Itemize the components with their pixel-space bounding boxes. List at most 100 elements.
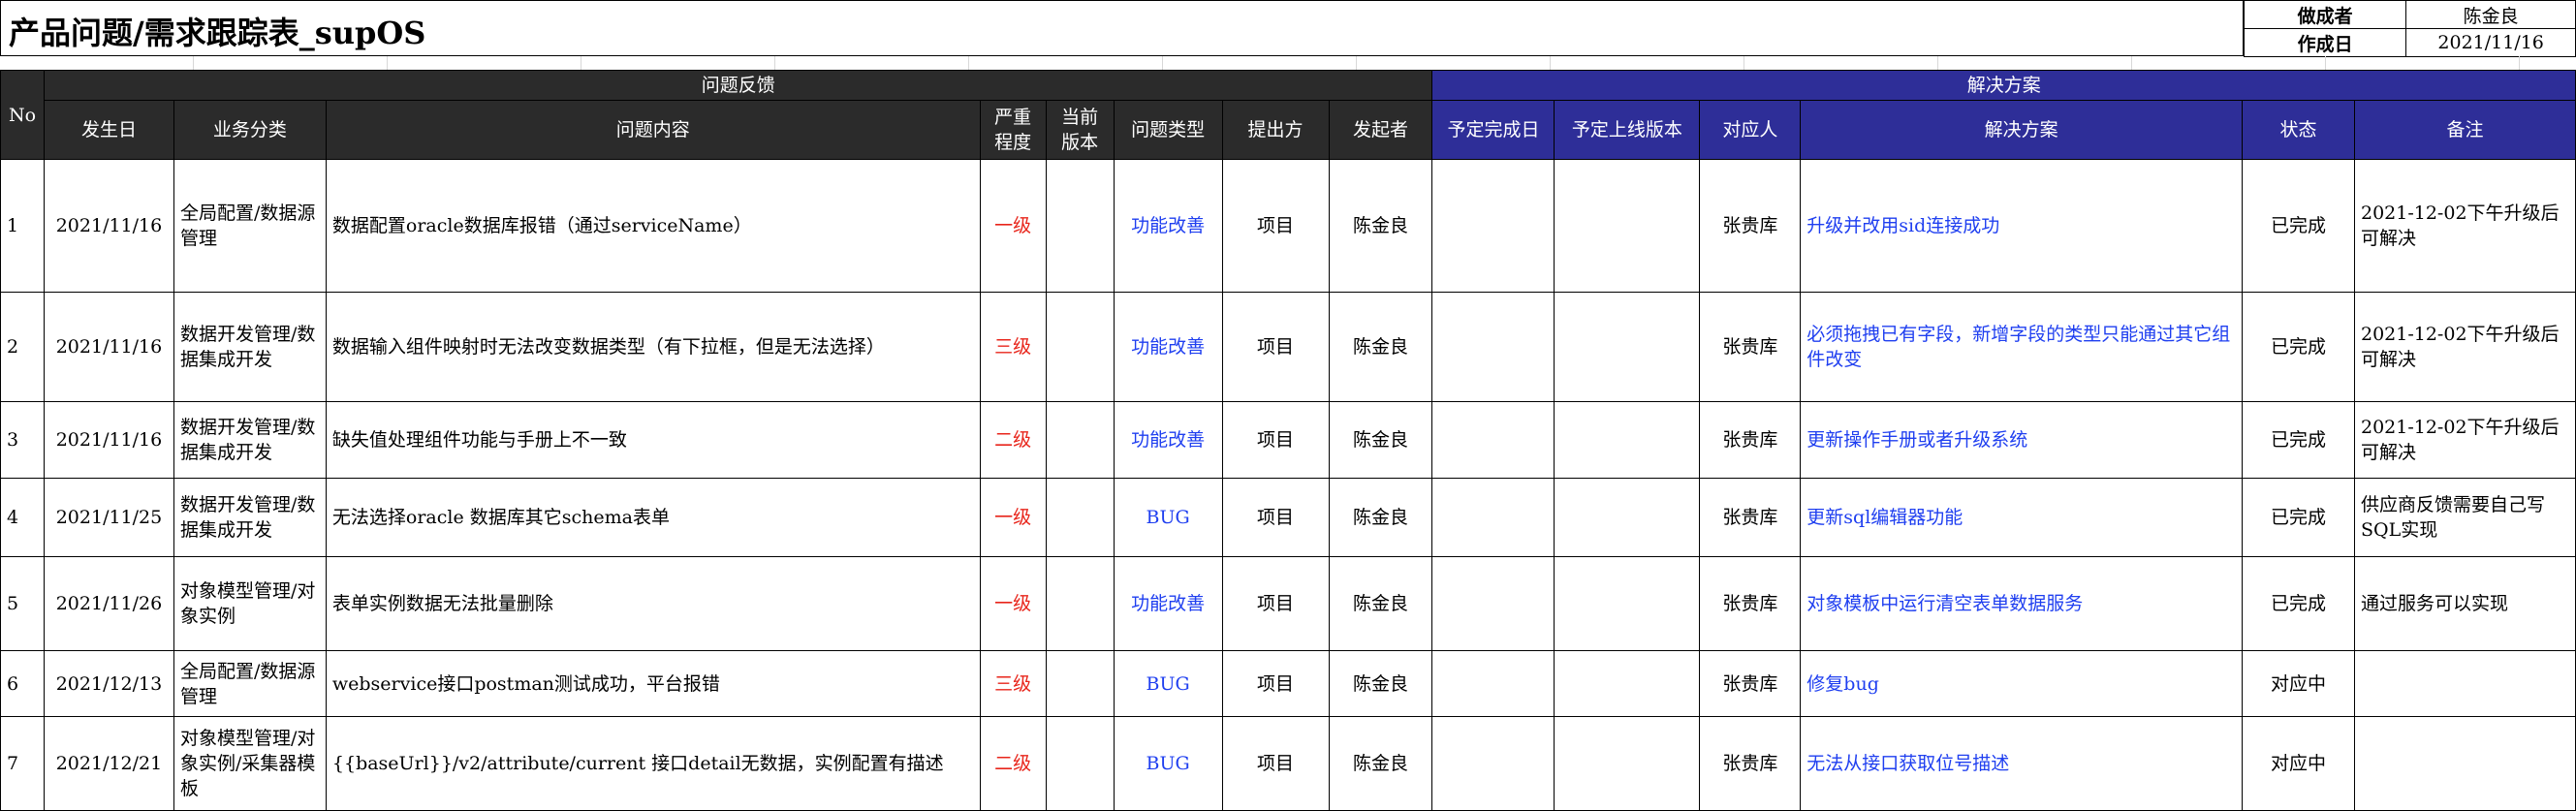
- col-date[interactable]: 发生日: [43, 100, 174, 160]
- cell-proposer[interactable]: 项目: [1221, 401, 1330, 479]
- cell-severity[interactable]: 一级: [979, 478, 1047, 557]
- cell-plan-date[interactable]: [1431, 401, 1555, 479]
- cell-date[interactable]: 2021/11/16: [43, 292, 174, 402]
- group-solution[interactable]: 解决方案: [1431, 70, 2576, 101]
- cell-solution[interactable]: 升级并改用sid连接成功: [1800, 159, 2244, 293]
- cell-no[interactable]: 6: [0, 650, 45, 717]
- col-category[interactable]: 业务分类: [173, 100, 327, 160]
- cell-content[interactable]: webservice接口postman测试成功，平台报错: [325, 650, 981, 717]
- cell-category[interactable]: 对象模型管理/对象实例/采集器模板: [173, 716, 327, 811]
- cell-plan-date[interactable]: [1431, 159, 1555, 293]
- cell-version[interactable]: [1045, 478, 1115, 557]
- cell-date[interactable]: 2021/12/13: [43, 650, 174, 717]
- cell-status[interactable]: 已完成: [2242, 292, 2355, 402]
- col-proposer[interactable]: 提出方: [1221, 100, 1330, 160]
- cell-solution[interactable]: 更新sql编辑器功能: [1800, 478, 2244, 557]
- cell-status[interactable]: 已完成: [2242, 159, 2355, 293]
- cell-category[interactable]: 对象模型管理/对象实例: [173, 556, 327, 651]
- col-remark[interactable]: 备注: [2353, 100, 2576, 160]
- cell-version[interactable]: [1045, 292, 1115, 402]
- col-no[interactable]: No: [0, 70, 45, 160]
- group-feedback[interactable]: 问题反馈: [43, 70, 1433, 101]
- cell-type[interactable]: 功能改善: [1113, 556, 1223, 651]
- cell-remark[interactable]: 2021-12-02下午升级后可解决: [2353, 401, 2576, 479]
- cell-initiator[interactable]: 陈金良: [1328, 478, 1433, 557]
- col-severity[interactable]: 严重程度: [979, 100, 1047, 160]
- cell-initiator[interactable]: 陈金良: [1328, 650, 1433, 717]
- cell-severity[interactable]: 二级: [979, 716, 1047, 811]
- cell-plan-date[interactable]: [1431, 650, 1555, 717]
- cell-remark[interactable]: 通过服务可以实现: [2353, 556, 2576, 651]
- cell-type[interactable]: BUG: [1113, 478, 1223, 557]
- cell-content[interactable]: 表单实例数据无法批量删除: [325, 556, 981, 651]
- col-owner[interactable]: 对应人: [1699, 100, 1802, 160]
- cell-proposer[interactable]: 项目: [1221, 716, 1330, 811]
- cell-date[interactable]: 2021/11/26: [43, 556, 174, 651]
- cell-content[interactable]: {{baseUrl}}/v2/attribute/current 接口detai…: [325, 716, 981, 811]
- cell-version[interactable]: [1045, 159, 1115, 293]
- col-content[interactable]: 问题内容: [325, 100, 981, 160]
- cell-version[interactable]: [1045, 401, 1115, 479]
- cell-status[interactable]: 已完成: [2242, 478, 2355, 557]
- cell-plan-date[interactable]: [1431, 556, 1555, 651]
- cell-severity[interactable]: 三级: [979, 650, 1047, 717]
- sheet-title-cell[interactable]: 产品问题/需求跟踪表_supOS: [0, 0, 2244, 56]
- cell-type[interactable]: BUG: [1113, 650, 1223, 717]
- cell-severity[interactable]: 二级: [979, 401, 1047, 479]
- cell-category[interactable]: 数据开发管理/数据集成开发: [173, 292, 327, 402]
- cell-initiator[interactable]: 陈金良: [1328, 716, 1433, 811]
- cell-severity[interactable]: 三级: [979, 292, 1047, 402]
- date-value[interactable]: 2021/11/16: [2405, 28, 2576, 57]
- cell-remark[interactable]: [2353, 650, 2576, 717]
- cell-no[interactable]: 7: [0, 716, 45, 811]
- cell-owner[interactable]: 张贵库: [1699, 556, 1802, 651]
- cell-owner[interactable]: 张贵库: [1699, 478, 1802, 557]
- cell-initiator[interactable]: 陈金良: [1328, 159, 1433, 293]
- cell-initiator[interactable]: 陈金良: [1328, 401, 1433, 479]
- cell-plan-version[interactable]: [1554, 556, 1701, 651]
- cell-remark[interactable]: 供应商反馈需要自己写SQL实现: [2353, 478, 2576, 557]
- cell-solution[interactable]: 修复bug: [1800, 650, 2244, 717]
- cell-owner[interactable]: 张贵库: [1699, 650, 1802, 717]
- cell-owner[interactable]: 张贵库: [1699, 159, 1802, 293]
- cell-content[interactable]: 缺失值处理组件功能与手册上不一致: [325, 401, 981, 479]
- cell-category[interactable]: 数据开发管理/数据集成开发: [173, 401, 327, 479]
- cell-proposer[interactable]: 项目: [1221, 292, 1330, 402]
- cell-category[interactable]: 全局配置/数据源管理: [173, 650, 327, 717]
- cell-initiator[interactable]: 陈金良: [1328, 556, 1433, 651]
- cell-solution[interactable]: 必须拖拽已有字段，新增字段的类型只能通过其它组件改变: [1800, 292, 2244, 402]
- cell-date[interactable]: 2021/11/16: [43, 159, 174, 293]
- cell-plan-date[interactable]: [1431, 292, 1555, 402]
- cell-owner[interactable]: 张贵库: [1699, 292, 1802, 402]
- cell-proposer[interactable]: 项目: [1221, 556, 1330, 651]
- col-status[interactable]: 状态: [2242, 100, 2355, 160]
- col-plan-date[interactable]: 予定完成日: [1431, 100, 1555, 160]
- cell-category[interactable]: 全局配置/数据源管理: [173, 159, 327, 293]
- cell-proposer[interactable]: 项目: [1221, 650, 1330, 717]
- cell-status[interactable]: 已完成: [2242, 556, 2355, 651]
- cell-type[interactable]: 功能改善: [1113, 292, 1223, 402]
- cell-status[interactable]: 已完成: [2242, 401, 2355, 479]
- cell-no[interactable]: 1: [0, 159, 45, 293]
- cell-no[interactable]: 2: [0, 292, 45, 402]
- cell-date[interactable]: 2021/11/16: [43, 401, 174, 479]
- cell-plan-date[interactable]: [1431, 478, 1555, 557]
- cell-date[interactable]: 2021/12/21: [43, 716, 174, 811]
- cell-plan-version[interactable]: [1554, 478, 1701, 557]
- cell-plan-version[interactable]: [1554, 159, 1701, 293]
- cell-owner[interactable]: 张贵库: [1699, 401, 1802, 479]
- cell-status[interactable]: 对应中: [2242, 716, 2355, 811]
- cell-plan-version[interactable]: [1554, 716, 1701, 811]
- cell-no[interactable]: 3: [0, 401, 45, 479]
- cell-type[interactable]: 功能改善: [1113, 159, 1223, 293]
- cell-no[interactable]: 5: [0, 556, 45, 651]
- cell-remark[interactable]: 2021-12-02下午升级后可解决: [2353, 292, 2576, 402]
- cell-plan-version[interactable]: [1554, 292, 1701, 402]
- cell-content[interactable]: 数据输入组件映射时无法改变数据类型（有下拉框，但是无法选择）: [325, 292, 981, 402]
- author-label[interactable]: 做成者: [2243, 0, 2407, 29]
- col-plan-version[interactable]: 予定上线版本: [1554, 100, 1701, 160]
- cell-status[interactable]: 对应中: [2242, 650, 2355, 717]
- cell-solution[interactable]: 无法从接口获取位号描述: [1800, 716, 2244, 811]
- cell-remark[interactable]: 2021-12-02下午升级后可解决: [2353, 159, 2576, 293]
- cell-solution[interactable]: 更新操作手册或者升级系统: [1800, 401, 2244, 479]
